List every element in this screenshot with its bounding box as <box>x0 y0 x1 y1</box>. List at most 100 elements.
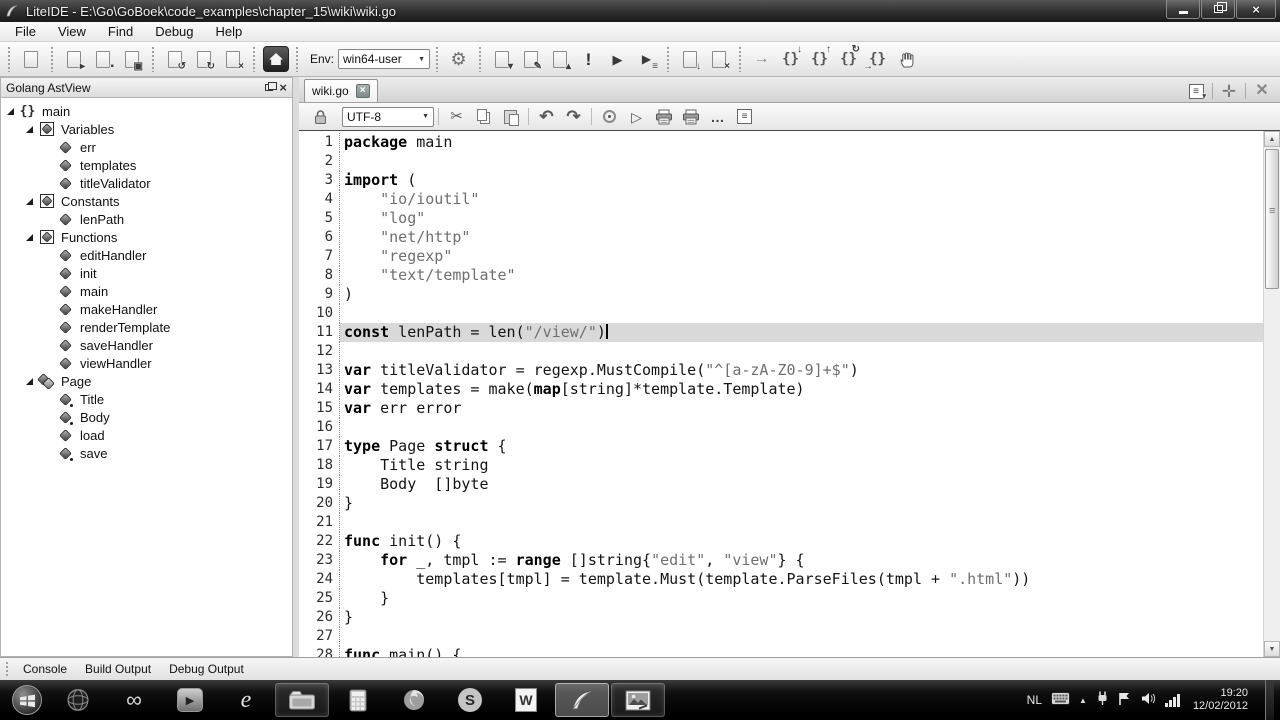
more-actions-icon[interactable]: … <box>705 105 730 129</box>
reload-file-icon[interactable]: ↻ <box>190 46 217 73</box>
tree-item-title[interactable]: Title <box>1 390 292 408</box>
open-editors-list-icon[interactable]: ≡▾ <box>1184 81 1208 101</box>
expander-icon[interactable] <box>26 126 33 133</box>
remove-doc-icon[interactable]: × <box>705 46 732 73</box>
network-signal-icon[interactable] <box>1165 694 1180 707</box>
keyboard-icon[interactable] <box>1051 692 1070 708</box>
tree-item-constants[interactable]: Constants <box>1 192 292 210</box>
redo-icon[interactable]: ↷ <box>561 105 586 129</box>
tree-item-viewhandler[interactable]: viewHandler <box>1 354 292 372</box>
copy-icon[interactable] <box>471 105 496 129</box>
expander-icon[interactable] <box>26 198 33 205</box>
tree-item-titlevalidator[interactable]: titleValidator <box>1 174 292 192</box>
build-and-run-icon[interactable]: ▶≡ <box>633 46 660 73</box>
unfold-all-icon[interactable]: {}→ <box>864 46 891 73</box>
open-file-icon[interactable]: ▸ <box>60 46 87 73</box>
revert-file-icon[interactable]: ↺ <box>161 46 188 73</box>
new-file-icon[interactable] <box>17 46 44 73</box>
taskbar-network-globe-icon[interactable] <box>51 683 105 717</box>
run-icon[interactable]: ▶ <box>604 46 631 73</box>
tree-item-edithandler[interactable]: editHandler <box>1 246 292 264</box>
taskbar-expression-icon[interactable]: ∞ <box>107 683 161 717</box>
lock-icon[interactable] <box>308 105 333 129</box>
stop-build-icon[interactable]: ! <box>575 46 602 73</box>
home-icon[interactable] <box>262 46 289 73</box>
env-select[interactable]: win64-user▼ <box>338 49 430 69</box>
expander-icon[interactable] <box>26 234 33 241</box>
editor-scrollbar[interactable]: ▲ ▼ <box>1263 131 1280 657</box>
minimize-button[interactable] <box>1166 0 1200 19</box>
expander-icon[interactable] <box>26 378 33 385</box>
taskbar-media-player-icon[interactable]: ▶ <box>163 683 217 717</box>
tree-item-main[interactable]: main <box>1 282 292 300</box>
print-preview-icon[interactable] <box>678 105 703 129</box>
output-tab-build-output[interactable]: Build Output <box>76 660 160 678</box>
build-config-icon[interactable]: ⚙ <box>445 46 472 73</box>
menu-help[interactable]: Help <box>205 22 254 41</box>
split-editor-icon[interactable]: ✛ <box>1217 81 1241 101</box>
tree-item-body[interactable]: Body <box>1 408 292 426</box>
tree-item-lenpath[interactable]: lenPath <box>1 210 292 228</box>
power-plug-icon[interactable] <box>1096 691 1109 709</box>
tree-item-templates[interactable]: templates <box>1 156 292 174</box>
save-all-icon[interactable]: ▣ <box>118 46 145 73</box>
get-deps-icon[interactable]: ▾ <box>488 46 515 73</box>
fold-block-icon[interactable]: {}↓ <box>777 46 804 73</box>
language-indicator[interactable]: NL <box>1027 693 1042 707</box>
output-tab-debug-output[interactable]: Debug Output <box>160 660 253 678</box>
taskbar-image-viewer-icon[interactable] <box>611 683 665 717</box>
install-icon[interactable]: ▴ <box>546 46 573 73</box>
taskbar-skype-icon[interactable]: S <box>443 683 497 717</box>
float-panel-icon[interactable] <box>265 84 273 91</box>
close-panel-icon[interactable]: × <box>279 81 287 94</box>
save-file-icon[interactable]: ▪ <box>89 46 116 73</box>
tree-item-main[interactable]: {}main <box>1 102 292 120</box>
scroll-up-icon[interactable]: ▲ <box>1264 131 1280 147</box>
tab-wiki-go[interactable]: wiki.go × <box>304 79 378 102</box>
menu-file[interactable]: File <box>4 22 47 41</box>
tree-item-rendertemplate[interactable]: renderTemplate <box>1 318 292 336</box>
code-editor[interactable]: 1package main23import (4 "io/ioutil"5 "l… <box>299 131 1280 657</box>
show-desktop-button[interactable] <box>1265 680 1274 720</box>
cut-icon[interactable]: ✂ <box>444 105 469 129</box>
menu-find[interactable]: Find <box>97 22 144 41</box>
taskbar-liteide-icon[interactable] <box>555 683 609 717</box>
tree-item-save[interactable]: save <box>1 444 292 462</box>
unfold-block-icon[interactable]: {}↑ <box>806 46 833 73</box>
tab-close-icon[interactable]: × <box>356 84 370 98</box>
close-file-icon[interactable]: × <box>219 46 246 73</box>
record-macro-icon[interactable] <box>597 105 622 129</box>
action-center-flag-icon[interactable] <box>1118 692 1132 709</box>
start-button[interactable] <box>5 683 49 717</box>
tree-item-savehandler[interactable]: saveHandler <box>1 336 292 354</box>
tree-item-page[interactable]: Page <box>1 372 292 390</box>
taskbar-calculator-icon[interactable] <box>331 683 385 717</box>
tree-item-functions[interactable]: Functions <box>1 228 292 246</box>
encoding-select[interactable]: UTF-8 ▼ <box>342 107 434 127</box>
insert-snippet-icon[interactable]: ↓ <box>676 46 703 73</box>
tree-item-variables[interactable]: Variables <box>1 120 292 138</box>
menu-debug[interactable]: Debug <box>144 22 204 41</box>
tree-item-init[interactable]: init <box>1 264 292 282</box>
expander-icon[interactable] <box>7 108 14 115</box>
pan-tool-icon[interactable] <box>893 46 920 73</box>
output-tab-console[interactable]: Console <box>14 660 76 678</box>
close-editor-icon[interactable]: ✕ <box>1250 81 1274 101</box>
taskbar-firefox-icon[interactable] <box>387 683 441 717</box>
tree-item-load[interactable]: load <box>1 426 292 444</box>
taskbar-word-icon[interactable]: W <box>499 683 553 717</box>
taskbar-explorer-icon[interactable] <box>275 683 329 717</box>
paste-icon[interactable] <box>498 105 523 129</box>
jump-to-icon[interactable]: → <box>748 46 775 73</box>
taskbar-internet-explorer-icon[interactable]: e <box>219 683 273 717</box>
file-info-icon[interactable]: ≡ <box>732 105 757 129</box>
restore-button[interactable] <box>1201 0 1235 19</box>
scroll-down-icon[interactable]: ▼ <box>1264 641 1280 657</box>
playback-macro-icon[interactable]: ▷ <box>624 105 649 129</box>
tree-item-makehandler[interactable]: makeHandler <box>1 300 292 318</box>
undo-icon[interactable]: ↶ <box>534 105 559 129</box>
close-button[interactable]: × <box>1236 0 1276 19</box>
print-icon[interactable] <box>651 105 676 129</box>
build-icon[interactable]: ✎ <box>517 46 544 73</box>
menu-view[interactable]: View <box>47 22 97 41</box>
